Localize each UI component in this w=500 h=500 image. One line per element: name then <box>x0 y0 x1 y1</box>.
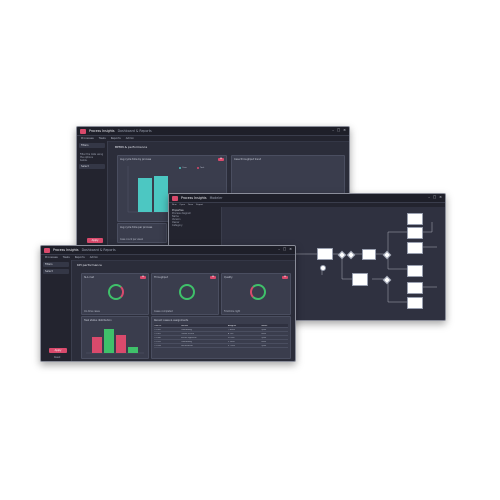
bpmn-task[interactable] <box>352 273 368 286</box>
menu-item-reports[interactable]: Reports <box>111 137 121 140</box>
app-title: Process Insights <box>89 129 115 133</box>
app-title: Process Insights <box>181 196 207 200</box>
menu-bar: Processes Tasks Reports Admin <box>77 136 349 142</box>
sidebar: Filters Select Apply Reset <box>41 260 72 361</box>
bar-done <box>128 347 138 353</box>
app-logo-icon <box>80 128 86 134</box>
toolbar-open[interactable]: Open <box>180 204 186 206</box>
breadcrumb[interactable]: Dashboard & Reports <box>82 248 116 252</box>
bar-task <box>154 176 168 212</box>
status-bar-chart <box>86 329 144 354</box>
minimize-icon[interactable]: – <box>332 128 334 132</box>
legend-case: Case <box>182 166 187 169</box>
minimize-icon[interactable]: – <box>428 195 430 199</box>
bpmn-task[interactable] <box>407 213 423 225</box>
apply-button[interactable]: Apply <box>49 348 67 353</box>
breadcrumb[interactable]: Modeler <box>210 196 223 200</box>
bpmn-task[interactable] <box>362 249 376 260</box>
bar-active <box>104 329 114 353</box>
titlebar: Process Insights Modeler – □ × <box>169 194 445 203</box>
app-title: Process Insights <box>53 248 79 252</box>
sidebar: Filters Filter the data using the option… <box>77 141 108 247</box>
bar-case <box>138 178 152 212</box>
app-logo-icon <box>44 247 50 253</box>
end-event[interactable] <box>320 265 326 271</box>
kpi-panel-quality: Quality ▼ First-time right <box>221 273 291 315</box>
select-dropdown[interactable]: Select <box>79 164 105 169</box>
panel-badge[interactable]: ▼ <box>282 275 288 279</box>
dashboard-title: BPMN & performance <box>115 145 148 149</box>
close-icon[interactable]: × <box>343 128 346 132</box>
bpmn-task[interactable] <box>407 265 423 277</box>
kpi-panel-throughput: Throughput ▼ Cases completed <box>151 273 219 315</box>
app-logo-icon <box>172 195 178 201</box>
bpmn-task[interactable] <box>407 282 423 294</box>
menu-item-processes[interactable]: Processes <box>45 256 58 259</box>
toolbar-export[interactable]: Export <box>196 204 203 206</box>
menu-item-processes[interactable]: Processes <box>81 137 94 140</box>
close-icon[interactable]: × <box>289 247 292 251</box>
panel-badge[interactable]: ▼ <box>140 275 146 279</box>
select-dropdown[interactable]: Select <box>43 269 69 274</box>
sidebar-hint: below. <box>80 159 88 162</box>
maximize-icon[interactable]: □ <box>433 195 436 199</box>
dashboard-title: KPI performance <box>77 263 102 267</box>
close-icon[interactable]: × <box>439 195 442 199</box>
bar-pending <box>92 337 102 353</box>
breadcrumb[interactable]: Dashboard & Reports <box>118 129 152 133</box>
apply-button[interactable]: Apply <box>87 238 103 243</box>
panel-recent-cases: Recent cases & assignments Case ID Proce… <box>151 316 291 359</box>
props-row: Category <box>172 224 183 227</box>
maximize-icon[interactable]: □ <box>337 128 340 132</box>
bar-blocked <box>116 335 126 353</box>
menu-item-admin[interactable]: Admin <box>90 256 98 259</box>
bpmn-task[interactable] <box>407 242 423 254</box>
bpmn-task[interactable] <box>407 227 423 239</box>
menu-item-admin[interactable]: Admin <box>126 137 134 140</box>
bpmn-task[interactable] <box>407 297 423 309</box>
legend-task: Task <box>200 166 205 169</box>
kpi-donut <box>250 284 266 300</box>
titlebar: Process Insights Dashboard & Reports – □… <box>41 246 295 255</box>
maximize-icon[interactable]: □ <box>283 247 286 251</box>
toolbar-new[interactable]: New <box>172 204 177 206</box>
titlebar: Process Insights Dashboard & Reports – □… <box>77 127 349 136</box>
reset-link[interactable]: Reset <box>51 356 63 359</box>
kpi-donut <box>108 284 124 300</box>
window-front-dashboard: Process Insights Dashboard & Reports – □… <box>40 245 296 362</box>
menu-item-tasks[interactable]: Tasks <box>63 256 70 259</box>
toolbar-save[interactable]: Save <box>188 204 193 206</box>
kpi-panel-sla: SLA met ▼ On-time cases <box>81 273 149 315</box>
filter-select[interactable]: Filters <box>43 262 69 267</box>
kpi-donut <box>179 284 195 300</box>
panel-foot: Avg cycle time per process Case count pe… <box>117 223 167 243</box>
cases-table: Case ID Process Assignee Status C-1042 O… <box>154 324 288 348</box>
menu-item-reports[interactable]: Reports <box>75 256 85 259</box>
minimize-icon[interactable]: – <box>278 247 280 251</box>
panel-task-status: Task status distribution <box>81 316 149 359</box>
bpmn-task[interactable] <box>317 248 333 260</box>
menu-item-tasks[interactable]: Tasks <box>99 137 106 140</box>
table-row[interactable]: C-1038 Procurement S. Chen Open <box>154 344 288 348</box>
panel-badge[interactable]: ▼ <box>210 275 216 279</box>
menu-bar: Processes Tasks Reports Admin <box>41 255 295 261</box>
filter-select[interactable]: Filters <box>79 143 105 148</box>
